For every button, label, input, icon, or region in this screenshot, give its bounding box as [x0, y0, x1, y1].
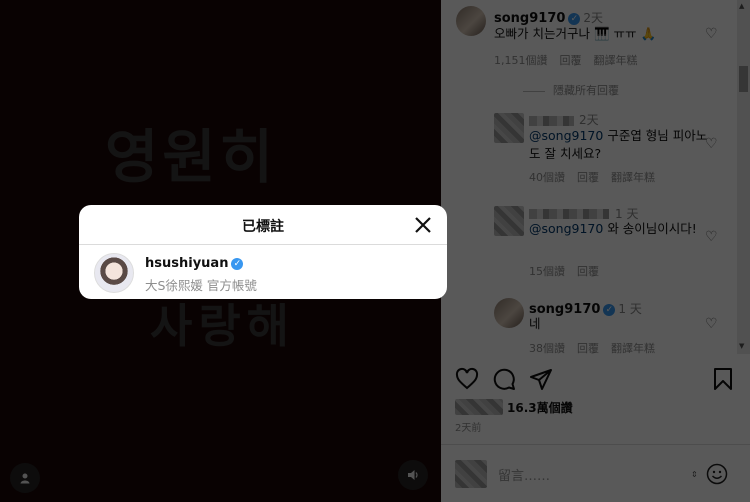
dialog-header: 已標註 [79, 205, 447, 245]
scroll-down-icon[interactable]: ▼ [739, 342, 744, 350]
comments-panel: song9170 ✓ 2天 오빠가 치는거구나 🎹 ㅠㅠ 🙏 ♡ 1,151個讚 回覆… [441, 0, 750, 502]
translate-button[interactable]: 翻譯年糕 [611, 342, 655, 355]
verified-icon: ✓ [568, 13, 581, 25]
liker-avatars[interactable] [455, 399, 503, 415]
username-text[interactable]: song9170 [494, 11, 565, 26]
like-count[interactable]: 16.3萬個讚 [507, 399, 573, 416]
share-icon[interactable] [529, 367, 553, 391]
avatar[interactable] [494, 113, 524, 143]
resize-icon: ⇕ [691, 470, 698, 479]
comment-text: 오빠가 치는거구나 🎹 ㅠㅠ 🙏 [494, 26, 657, 41]
comment-time: 2天 [579, 113, 599, 127]
comment-likes[interactable]: 1,151個讚 [494, 54, 548, 67]
reply-button[interactable]: 回覆 [577, 342, 599, 355]
tagged-user-row[interactable]: hsushiyuan ✓ 大S徐熙媛 官方帳號 [79, 246, 447, 299]
reply-button[interactable]: 回覆 [577, 171, 599, 184]
comment-time: 1 天 [618, 302, 642, 316]
user-icon[interactable] [10, 463, 40, 493]
comment-username[interactable]: song9170 ✓ 2天 [494, 9, 603, 26]
translate-button[interactable]: 翻譯年糕 [611, 171, 655, 184]
post-actions [455, 367, 735, 393]
comment-meta: 15個讚 回覆 [529, 263, 611, 279]
heart-icon[interactable] [455, 367, 479, 391]
media-overlay-text-top: 영원히 [105, 123, 278, 191]
avatar[interactable] [456, 6, 486, 36]
mention-link[interactable]: @song9170 [529, 128, 603, 143]
avatar [455, 460, 487, 488]
scrollbar-thumb[interactable] [739, 66, 748, 92]
translate-button[interactable]: 翻譯年糕 [594, 54, 638, 67]
avatar[interactable] [494, 298, 524, 328]
reply-button[interactable]: 回覆 [577, 265, 599, 278]
emoji-icon[interactable] [706, 463, 728, 485]
blurred-username [529, 116, 574, 126]
comment-body: 와 송이님이시다! [603, 221, 697, 236]
like-heart-icon[interactable]: ♡ [705, 316, 718, 332]
comment-input[interactable]: 留言…… [498, 465, 550, 484]
like-heart-icon[interactable]: ♡ [705, 136, 718, 152]
username-text[interactable]: hsushiyuan [145, 256, 228, 271]
close-icon[interactable] [413, 215, 433, 235]
avatar[interactable] [494, 206, 524, 236]
tagged-username[interactable]: hsushiyuan ✓ [145, 256, 244, 271]
reply-button[interactable]: 回覆 [560, 54, 582, 67]
comment-icon[interactable] [492, 367, 516, 391]
dialog-title: 已標註 [242, 219, 284, 235]
scrollbar[interactable]: ▲ ▼ [737, 0, 750, 354]
divider [441, 444, 750, 445]
comment-meta: 1,151個讚 回覆 翻譯年糕 [494, 52, 650, 68]
comment-time: 2天 [583, 11, 604, 25]
mention-link[interactable]: @song9170 [529, 221, 603, 236]
like-heart-icon[interactable]: ♡ [705, 26, 718, 42]
scroll-up-icon[interactable]: ▲ [739, 2, 744, 10]
comment-likes[interactable]: 15個讚 [529, 265, 565, 278]
comment-composer: 留言…… ⇕ [441, 446, 750, 502]
comment-text: @song9170 와 송이님이시다! [529, 220, 709, 238]
sound-icon[interactable] [398, 460, 428, 490]
comment-username[interactable]: song9170 ✓ 1 天 [529, 300, 642, 317]
comment-likes[interactable]: 38個讚 [529, 342, 565, 355]
comment-meta: 38個讚 回覆 翻譯年糕 [529, 340, 667, 356]
bookmark-icon[interactable] [711, 367, 735, 391]
media-overlay-text-bottom: 사랑해 [150, 299, 295, 353]
avatar[interactable] [94, 253, 134, 293]
comment-text: 네 [529, 316, 541, 331]
post-time: 2天前 [455, 423, 482, 434]
comment-text: @song9170 구준엽 형님 피아노도 잘 치세요? [529, 127, 709, 163]
tagged-fullname: 大S徐熙媛 官方帳號 [145, 278, 257, 293]
verified-icon: ✓ [231, 258, 244, 270]
like-heart-icon[interactable]: ♡ [705, 229, 718, 245]
verified-icon: ✓ [603, 304, 616, 316]
blurred-username [529, 209, 609, 219]
hide-replies-button[interactable]: 隱藏所有回覆 [523, 82, 619, 98]
tagged-dialog: 已標註 hsushiyuan ✓ 大S徐熙媛 官方帳號 [79, 205, 447, 299]
comment-likes[interactable]: 40個讚 [529, 171, 565, 184]
comment-meta: 40個讚 回覆 翻譯年糕 [529, 169, 667, 185]
